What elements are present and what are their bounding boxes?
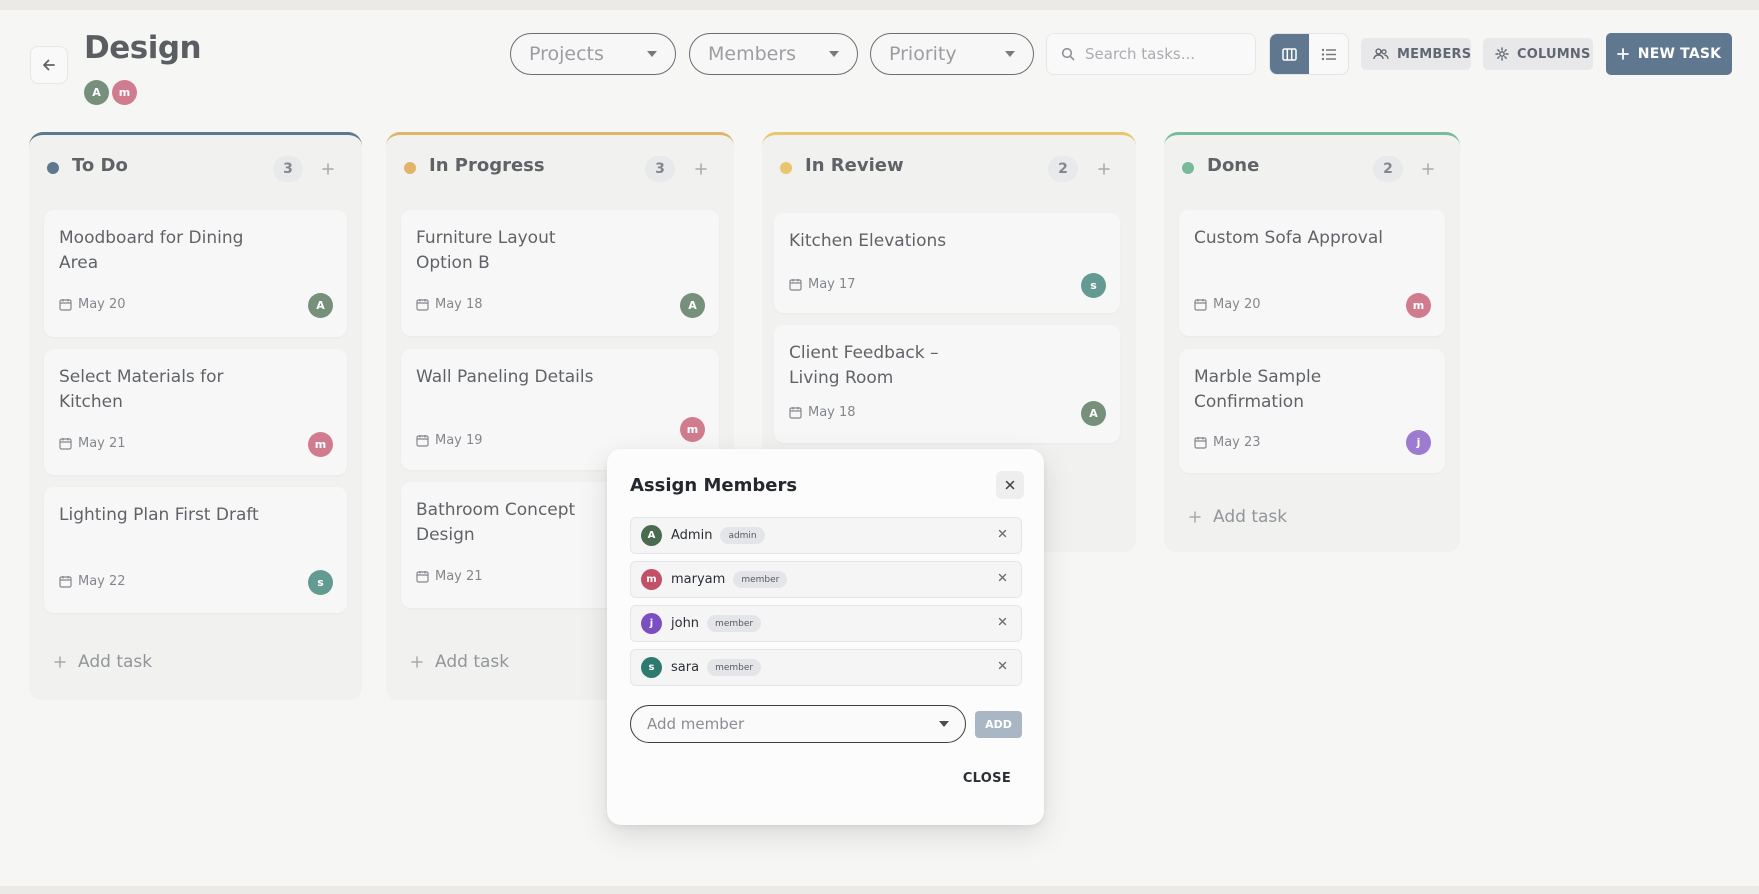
close-button[interactable]: CLOSE xyxy=(963,771,1011,786)
remove-member-button[interactable] xyxy=(998,529,1007,538)
close-dialog-button[interactable] xyxy=(996,471,1024,499)
member-name: Admin xyxy=(671,528,713,543)
role-badge: member xyxy=(707,659,762,676)
remove-member-button[interactable] xyxy=(998,617,1007,626)
member-name: maryam xyxy=(671,572,726,587)
close-icon xyxy=(1005,480,1015,490)
assign-members-dialog: Assign Members A Admin admin m maryam me… xyxy=(607,449,1044,825)
member-row: s sara member xyxy=(630,649,1022,686)
close-icon xyxy=(998,661,1007,670)
role-badge: member xyxy=(733,571,788,588)
member-row: j john member xyxy=(630,605,1022,642)
close-icon xyxy=(998,529,1007,538)
close-icon xyxy=(998,573,1007,582)
caret-down-icon xyxy=(939,721,949,727)
member-avatar: m xyxy=(641,569,662,590)
dialog-title: Assign Members xyxy=(630,475,798,496)
member-avatar: j xyxy=(641,613,662,634)
member-name: john xyxy=(671,616,700,631)
member-row: m maryam member xyxy=(630,561,1022,598)
close-icon xyxy=(998,617,1007,626)
add-member-placeholder: Add member xyxy=(647,715,745,733)
member-row: A Admin admin xyxy=(630,517,1022,554)
remove-member-button[interactable] xyxy=(998,573,1007,582)
role-badge: member xyxy=(707,615,762,632)
member-avatar: s xyxy=(641,657,662,678)
add-member-select[interactable]: Add member xyxy=(630,705,966,743)
add-member-button[interactable]: ADD xyxy=(975,711,1022,738)
role-badge: admin xyxy=(720,527,765,544)
member-name: sara xyxy=(671,660,700,675)
member-avatar: A xyxy=(641,525,662,546)
remove-member-button[interactable] xyxy=(998,661,1007,670)
